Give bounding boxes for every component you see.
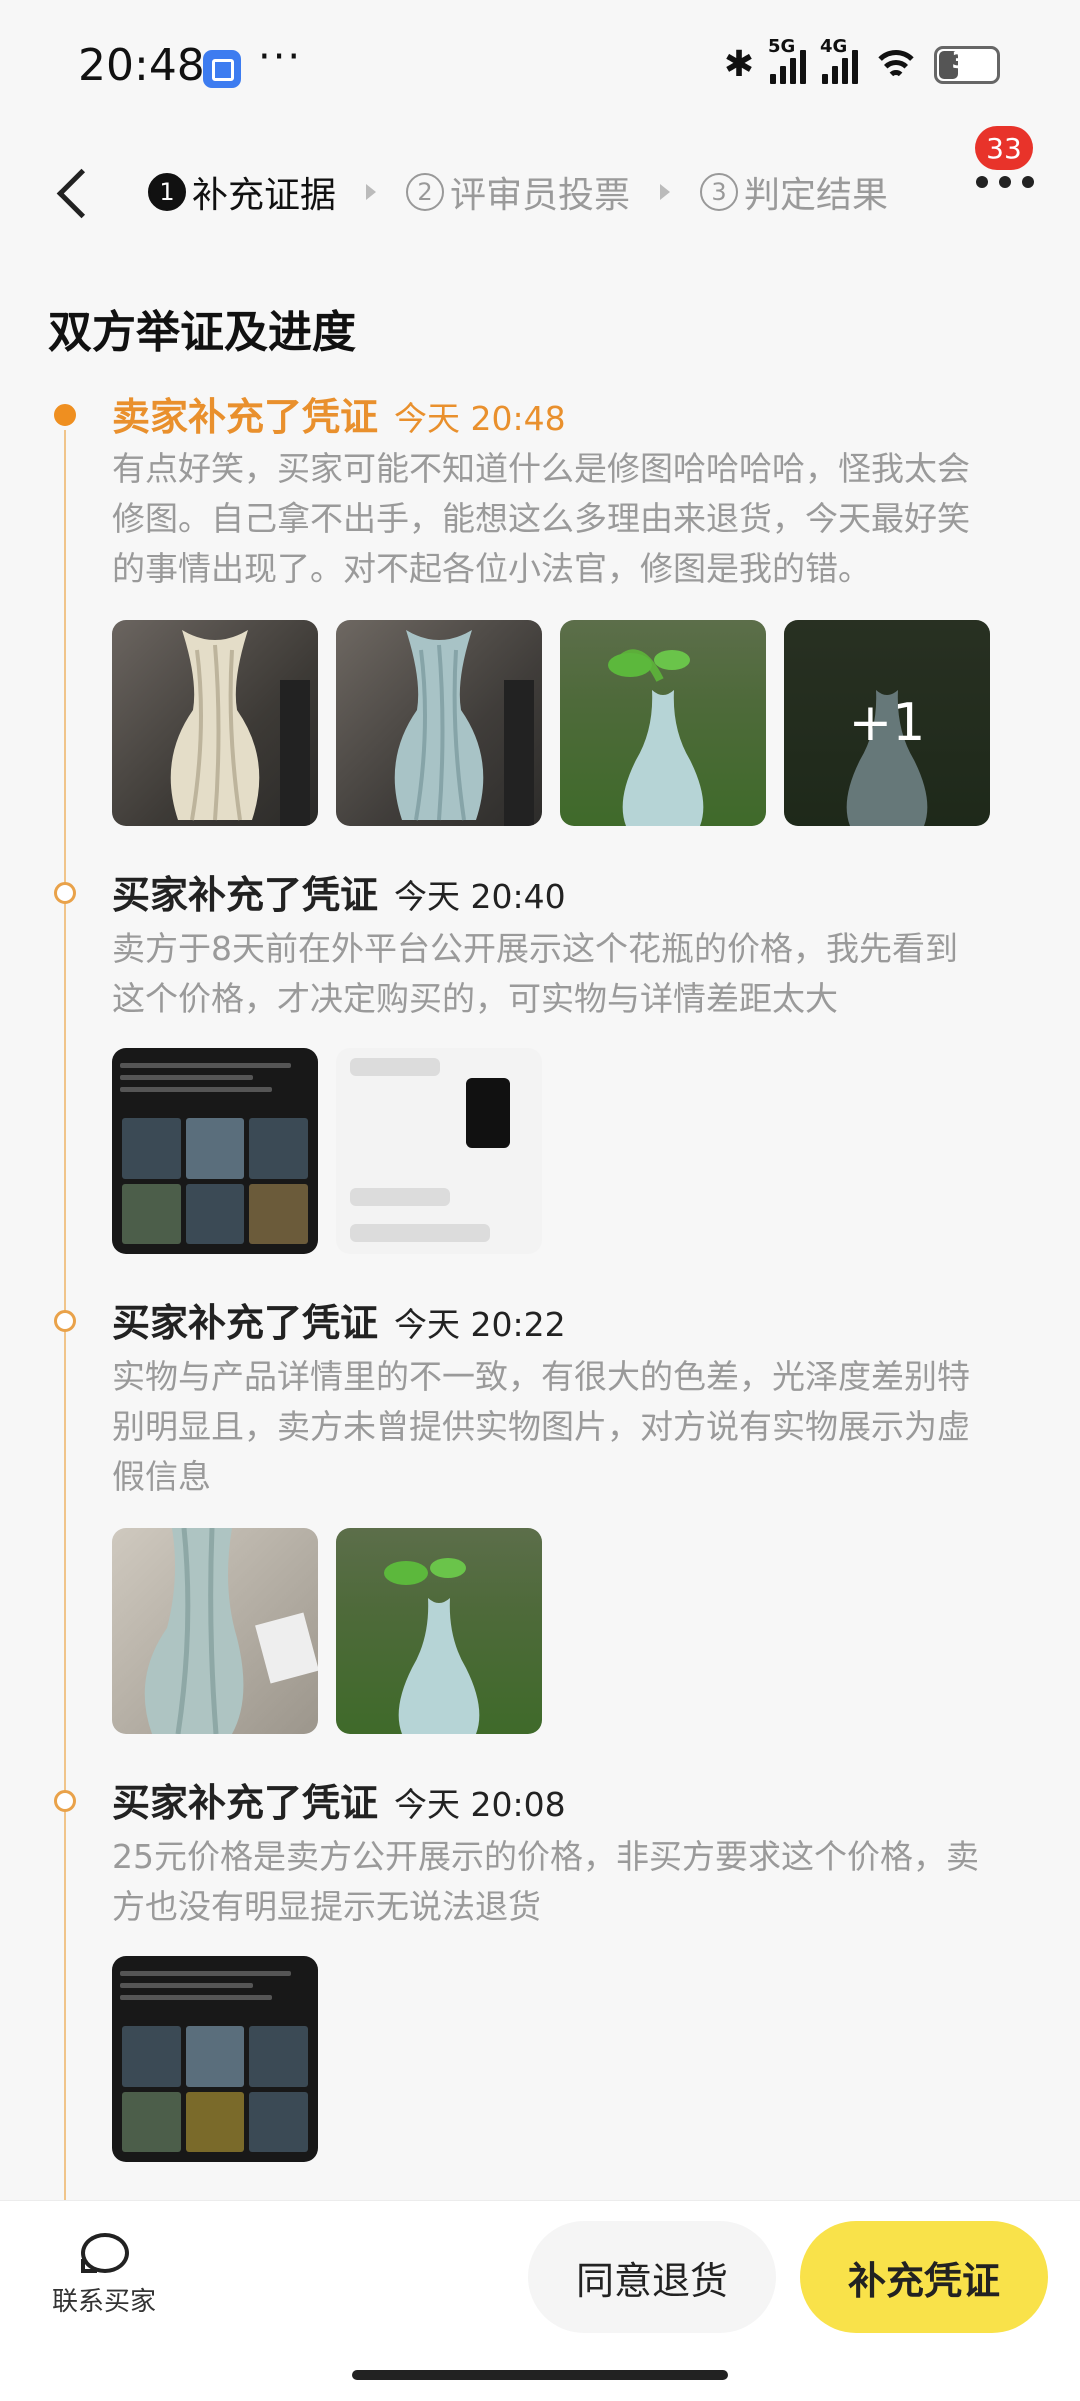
entry-time: 今天 20:22 [394, 1305, 566, 1344]
evidence-photo[interactable] [560, 620, 766, 826]
signal-5g-icon: 5G [768, 36, 806, 84]
entry-text: 实物与产品详情里的不一致，有很大的色差，光泽度差别特别明显且，卖方未曾提供实物图… [112, 1357, 970, 1496]
timeline-dot [54, 1310, 76, 1332]
entry-text: 有点好笑，买家可能不知道什么是修图哈哈哈哈，怪我太会修图。自己拿不出手，能想这么… [112, 449, 970, 588]
evidence-photos: +1 [112, 620, 990, 826]
evidence-photo[interactable] [112, 620, 318, 826]
contact-buyer-button[interactable]: 联系买家 [44, 2231, 164, 2318]
more-photos-count: +1 [784, 620, 990, 826]
battery-icon: 32 [934, 45, 1000, 84]
entry-time: 今天 20:08 [394, 1785, 566, 1824]
evidence-photo[interactable] [336, 1528, 542, 1734]
back-button[interactable] [48, 160, 108, 230]
entry-time: 今天 20:40 [394, 877, 566, 916]
step-supplement-evidence: 1 补充证据 [148, 166, 336, 218]
entry-title: 买家补充了凭证 [112, 873, 379, 917]
status-time: 20:48 [78, 40, 205, 91]
entry-title: 卖家补充了凭证 [112, 395, 379, 439]
section-title: 双方举证及进度 [48, 307, 356, 358]
evidence-photo[interactable] [112, 1528, 318, 1734]
step-juror-vote: 2 评审员投票 [406, 166, 630, 218]
evidence-photo[interactable] [336, 1048, 542, 1254]
evidence-photo[interactable] [112, 1048, 318, 1254]
status-bar: 20:48 ··· ✱ 5G 4G 32 [0, 0, 1080, 130]
contact-buyer-label: 联系买家 [51, 2287, 156, 2317]
step-judgement-result: 3 判定结果 [700, 166, 888, 218]
step-arrow-icon [660, 184, 671, 200]
more-menu-button[interactable] [976, 176, 1034, 188]
evidence-photo[interactable] [112, 1956, 318, 2162]
evidence-photo-more[interactable]: +1 [784, 620, 990, 826]
wifi-icon [871, 48, 921, 82]
agree-return-button[interactable]: 同意退货 [528, 2221, 776, 2333]
evidence-photos [112, 1956, 318, 2162]
evidence-photos [112, 1528, 542, 1734]
timeline-dot [54, 882, 76, 904]
timeline-dot [54, 1790, 76, 1812]
entry-time: 今天 20:48 [394, 399, 566, 438]
signal-4g-icon: 4G [820, 36, 858, 84]
entry-text: 卖方于8天前在外平台公开展示这个花瓶的价格，我先看到这个价格，才决定购买的，可实… [112, 929, 958, 1018]
home-indicator[interactable] [352, 2370, 728, 2380]
chat-icon [79, 2231, 129, 2273]
entry-title: 买家补充了凭证 [112, 1781, 379, 1825]
header: 1 补充证据 2 评审员投票 3 判定结果 33 [0, 126, 1080, 250]
supplement-evidence-button[interactable]: 补充凭证 [800, 2221, 1048, 2333]
entry-title: 买家补充了凭证 [112, 1301, 379, 1345]
progress-steps: 1 补充证据 2 评审员投票 3 判定结果 [148, 166, 888, 218]
status-more-icon: ··· [258, 34, 303, 80]
step-arrow-icon [366, 184, 377, 200]
bluetooth-icon: ✱ [723, 44, 754, 85]
app-notification-icon [203, 50, 241, 88]
entry-text: 25元价格是卖方公开展示的价格，非买方要求这个价格，卖方也没有明显提示无说法退货 [112, 1837, 979, 1926]
timeline-dot-active [54, 404, 76, 426]
notification-badge: 33 [975, 126, 1033, 170]
evidence-photos [112, 1048, 542, 1254]
evidence-photo[interactable] [336, 620, 542, 826]
